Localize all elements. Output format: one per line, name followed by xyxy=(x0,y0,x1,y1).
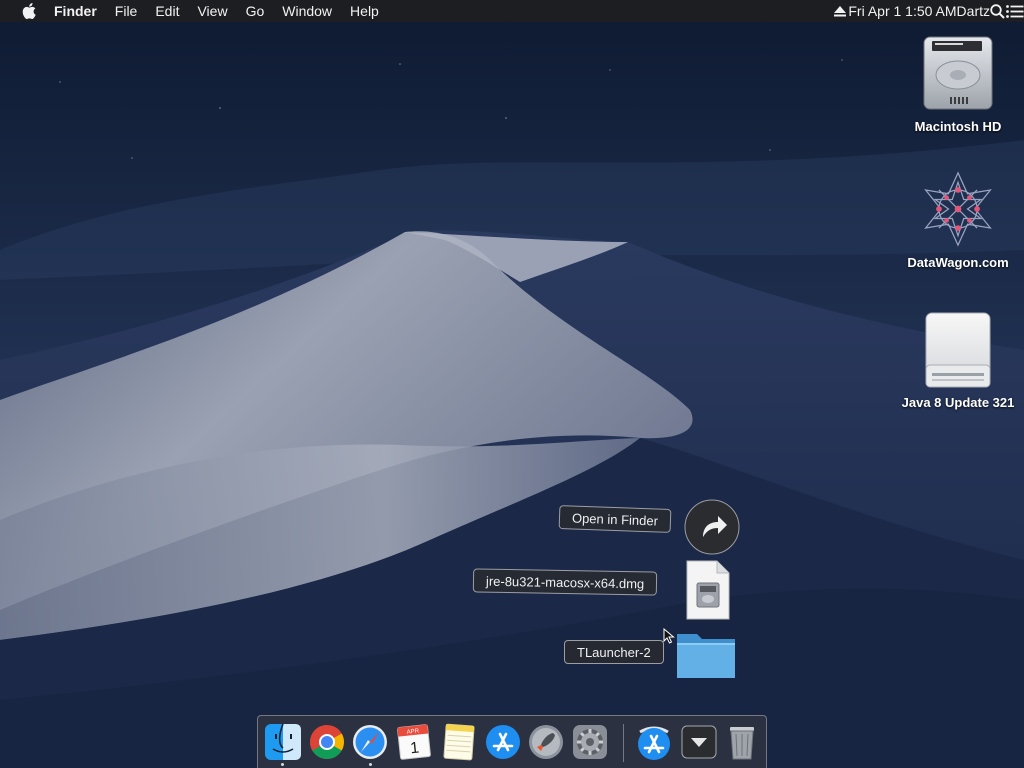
chrome-icon xyxy=(310,725,344,759)
stack-item-dmg-label[interactable]: jre-8u321-macosx-x64.dmg xyxy=(472,568,658,596)
open-in-finder-icon[interactable] xyxy=(684,499,740,555)
desktop-wallpaper xyxy=(0,0,1024,768)
system-preferences-icon xyxy=(573,725,607,759)
hard-drive-icon xyxy=(918,30,998,116)
menu-go[interactable]: Go xyxy=(246,0,265,22)
dock-item-system-preferences[interactable] xyxy=(570,722,610,762)
dock-separator xyxy=(623,724,624,762)
mouse-pointer-icon xyxy=(663,627,675,649)
disk-image-volume-icon xyxy=(918,306,998,392)
menu-view[interactable]: View xyxy=(197,0,227,22)
eject-icon[interactable] xyxy=(834,5,848,17)
downloads-stack-icon xyxy=(681,725,717,759)
notes-icon xyxy=(443,723,475,761)
dmg-file-icon[interactable] xyxy=(682,558,734,622)
safari-icon xyxy=(353,725,387,759)
dock-item-downloads[interactable] xyxy=(679,722,719,762)
menu-window[interactable]: Window xyxy=(282,0,332,22)
desktop-icon-label: Macintosh HD xyxy=(914,119,1002,134)
menu-file[interactable]: File xyxy=(115,0,138,22)
desktop-icon-datawagon[interactable]: DataWagon.com xyxy=(898,166,1018,271)
menu-user-name[interactable]: Dartz xyxy=(957,0,990,22)
menu-help[interactable]: Help xyxy=(350,0,379,22)
dock: APR 1 xyxy=(257,715,767,768)
dock-item-finder[interactable] xyxy=(263,722,303,762)
apple-menu-icon[interactable] xyxy=(18,3,40,19)
dock-item-chrome[interactable] xyxy=(307,722,347,762)
menu-bar: Finder File Edit View Go Window Help Fri… xyxy=(0,0,1024,22)
network-share-icon xyxy=(918,166,998,252)
dock-running-indicator xyxy=(369,763,372,766)
applications-stack-icon xyxy=(638,726,670,760)
launchpad-icon xyxy=(529,725,563,759)
spotlight-search-icon[interactable] xyxy=(990,3,1006,19)
desktop-icon-label: Java 8 Update 321 xyxy=(901,395,1015,410)
dock-item-app-store[interactable] xyxy=(483,722,523,762)
dock-item-calendar[interactable]: APR 1 xyxy=(394,722,434,762)
trash-icon xyxy=(730,727,754,760)
dock-item-applications[interactable] xyxy=(634,722,674,762)
desktop-icon-label: DataWagon.com xyxy=(907,255,1009,270)
desktop-icon-java-update[interactable]: Java 8 Update 321 xyxy=(898,306,1018,411)
stack-item-tlauncher-label[interactable]: TLauncher-2 xyxy=(564,640,664,664)
dock-item-trash[interactable] xyxy=(722,722,762,762)
menu-edit[interactable]: Edit xyxy=(155,0,179,22)
calendar-day: 1 xyxy=(409,740,420,758)
finder-icon xyxy=(265,723,301,760)
stack-item-open-in-finder-label[interactable]: Open in Finder xyxy=(558,505,672,533)
notification-center-icon[interactable] xyxy=(1006,4,1024,18)
desktop-icon-macintosh-hd[interactable]: Macintosh HD xyxy=(898,30,1018,135)
dock-item-notes[interactable] xyxy=(438,722,478,762)
folder-icon[interactable] xyxy=(675,628,737,680)
dock-item-launchpad[interactable] xyxy=(526,722,566,762)
calendar-icon: APR 1 xyxy=(397,724,431,760)
dock-item-safari[interactable] xyxy=(350,722,390,762)
app-store-icon xyxy=(486,725,520,759)
menu-clock[interactable]: Fri Apr 1 1:50 AM xyxy=(848,0,956,22)
dock-running-indicator xyxy=(281,763,284,766)
menu-app-name[interactable]: Finder xyxy=(54,0,97,22)
